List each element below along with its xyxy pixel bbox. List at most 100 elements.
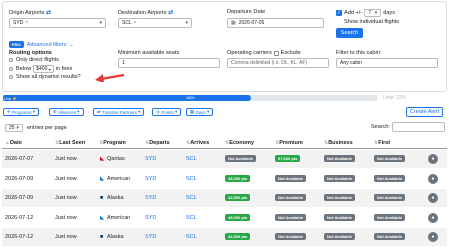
days-filter-button[interactable]: ▦ Days ▾ <box>186 108 214 116</box>
cell-economy-badge[interactable]: 42,500 pts <box>225 194 251 201</box>
radio-button[interactable] <box>9 74 13 79</box>
header-date[interactable]: ▲Date <box>5 140 22 146</box>
cell-first-badge[interactable]: Not Available <box>374 194 406 201</box>
radio-button[interactable] <box>9 57 13 62</box>
cell-program: Alaska <box>107 234 124 240</box>
calendar-icon: ▦ <box>231 20 236 26</box>
routing-all-option[interactable]: Show all dynamic results? <box>9 74 81 80</box>
cell-business-badge[interactable]: Not Available <box>324 233 356 240</box>
carriers-input[interactable]: Comma-delimited (i.e. DL, KL, AF) <box>227 58 329 68</box>
row-action-icon[interactable]: ● <box>428 193 438 203</box>
cell-premium-badge[interactable]: Not Available <box>275 174 307 182</box>
departure-date-input[interactable]: ▦ 2026-07-05 <box>227 18 324 28</box>
row-action-icon[interactable]: ● <box>428 212 438 223</box>
radio-button[interactable] <box>9 67 13 71</box>
min-seats-label: Minimum available seats <box>118 50 180 56</box>
advanced-filters-link[interactable]: Advanced filters <box>27 42 67 48</box>
cell-business-badge[interactable]: Not Available <box>324 194 356 201</box>
row-action-icon[interactable]: ● <box>428 173 438 184</box>
origin-label: Origin Airports ⇄ <box>9 10 52 16</box>
header-last-seen[interactable]: ⇅Last Seen <box>55 140 85 146</box>
carriers-label-row: Operating carriers Exclude <box>227 50 301 56</box>
per-page-select[interactable]: 25 ▾ <box>5 124 23 132</box>
remove-chip-icon[interactable]: × <box>25 20 28 26</box>
cell-date: 2026-07-07 <box>5 156 34 162</box>
advanced-filters-toggle[interactable]: PRO Advanced filters ⌄ <box>9 41 74 48</box>
programs-filter-button[interactable]: ✈ Programs ▾ <box>3 108 40 116</box>
cell-date: 2026-07-12 <box>5 214 34 221</box>
cell-arrives[interactable]: SCL <box>186 156 197 162</box>
chevron-double-down-icon: ⌄ <box>69 41 74 48</box>
cabin-select[interactable]: Any cabin <box>336 58 438 68</box>
cell-departs[interactable]: SYD <box>145 176 156 182</box>
cell-economy-badge[interactable]: Not Available <box>225 155 257 162</box>
airline-logo-icon: ◣ <box>100 156 105 162</box>
airline-logo-icon: ■ <box>100 234 104 240</box>
header-departs[interactable]: ⇅Departs <box>145 140 170 146</box>
progress-label: 66% <box>186 95 195 100</box>
points-filter-button[interactable]: ◎ Points ▾ <box>152 108 182 116</box>
cell-premium-badge[interactable]: Not Available <box>275 233 307 240</box>
cell-premium-badge[interactable]: Not Available <box>275 194 307 201</box>
swap-icon[interactable]: ⇄ <box>168 10 173 16</box>
row-action-icon[interactable]: ● <box>428 154 438 164</box>
header-first[interactable]: ⇅First <box>374 140 390 146</box>
header-premium[interactable]: ⇅Premium <box>275 140 303 146</box>
header-program[interactable]: ⇅Program <box>99 140 126 146</box>
origin-select[interactable]: SYD × ▾ <box>9 18 106 28</box>
cell-first-badge[interactable]: Not Available <box>374 174 406 182</box>
create-alert-button[interactable]: Create Alert <box>406 107 444 117</box>
destination-label: Destination Airports ⇄ <box>118 10 174 16</box>
cell-date: 2026-07-12 <box>5 234 34 240</box>
origin-chip: SYD <box>13 20 24 26</box>
cell-date: 2026-07-09 <box>5 195 34 201</box>
fee-limit-select[interactable]: $400 ▾ <box>33 65 54 73</box>
cell-premium-badge[interactable]: Not Available <box>275 213 307 221</box>
cell-economy-badge[interactable]: 45,000 pts <box>225 174 251 182</box>
cell-arrives[interactable]: SCL <box>186 215 197 221</box>
cell-program: American <box>107 175 131 182</box>
pro-badge: PRO <box>9 41 24 48</box>
add-days-select[interactable]: 7 ▾ <box>364 9 382 17</box>
airline-logo-icon: ◣ <box>100 214 105 221</box>
remove-chip-icon[interactable]: × <box>134 20 137 26</box>
live-badge: Live ⚡ <box>3 95 18 101</box>
cell-departs[interactable]: SYD <box>145 234 156 240</box>
cell-economy-badge[interactable]: 42,500 pts <box>225 233 251 240</box>
exclude-checkbox[interactable] <box>273 50 279 56</box>
alliances-filter-button[interactable]: ⊕ Alliances ▾ <box>49 108 84 116</box>
routing-below-option[interactable]: Below $400 ▾ in fees <box>9 65 72 73</box>
swap-icon[interactable]: ⇄ <box>46 10 51 16</box>
cell-arrives[interactable]: SCL <box>186 234 197 240</box>
row-action-icon[interactable]: ● <box>428 232 438 242</box>
show-individual-label[interactable]: Show individual flights <box>344 19 399 25</box>
cell-departs[interactable]: SYD <box>145 156 156 162</box>
header-business[interactable]: ⇅Business <box>324 140 353 146</box>
header-economy[interactable]: ⇅Economy <box>225 140 254 146</box>
cell-last-seen: Just now <box>55 234 77 240</box>
destination-select[interactable]: SCL × ▾ <box>118 18 192 28</box>
cell-arrives[interactable]: SCL <box>186 195 197 201</box>
cell-business-badge[interactable]: Not Available <box>324 213 356 221</box>
cell-first-badge[interactable]: Not Available <box>374 233 406 240</box>
routing-direct-option[interactable]: Only direct flights <box>9 57 59 63</box>
cell-departs[interactable]: SYD <box>145 195 156 201</box>
cell-first-badge[interactable]: Not Available <box>374 213 406 221</box>
cell-premium-badge[interactable]: 97,600 pts <box>275 155 301 162</box>
add-days-label: Add +/- <box>344 10 363 16</box>
search-button[interactable]: Search <box>336 28 363 38</box>
cell-business-badge[interactable]: Not Available <box>324 174 356 182</box>
cell-first-badge[interactable]: Not Available <box>374 155 406 162</box>
cell-economy-badge[interactable]: 45,000 pts <box>225 213 251 221</box>
airline-logo-icon: ■ <box>100 195 104 201</box>
cell-arrives[interactable]: SCL <box>186 176 197 182</box>
cell-business-badge[interactable]: Not Available <box>324 155 356 162</box>
transfer-partners-button[interactable]: ⇄ Transfer Partners ▾ <box>93 108 145 116</box>
header-arrives[interactable]: ⇅Arrives <box>186 140 209 146</box>
table-row: 2026-07-09 Just now ■ Alaska SYD SCL 42,500 pt… <box>2 189 447 207</box>
table-search-input[interactable] <box>392 122 445 132</box>
add-days-checkbox[interactable]: ✓ <box>336 10 342 16</box>
cell-program: Qantas <box>107 156 125 162</box>
min-seats-input[interactable]: 1 <box>118 58 220 68</box>
cell-departs[interactable]: SYD <box>145 215 156 221</box>
